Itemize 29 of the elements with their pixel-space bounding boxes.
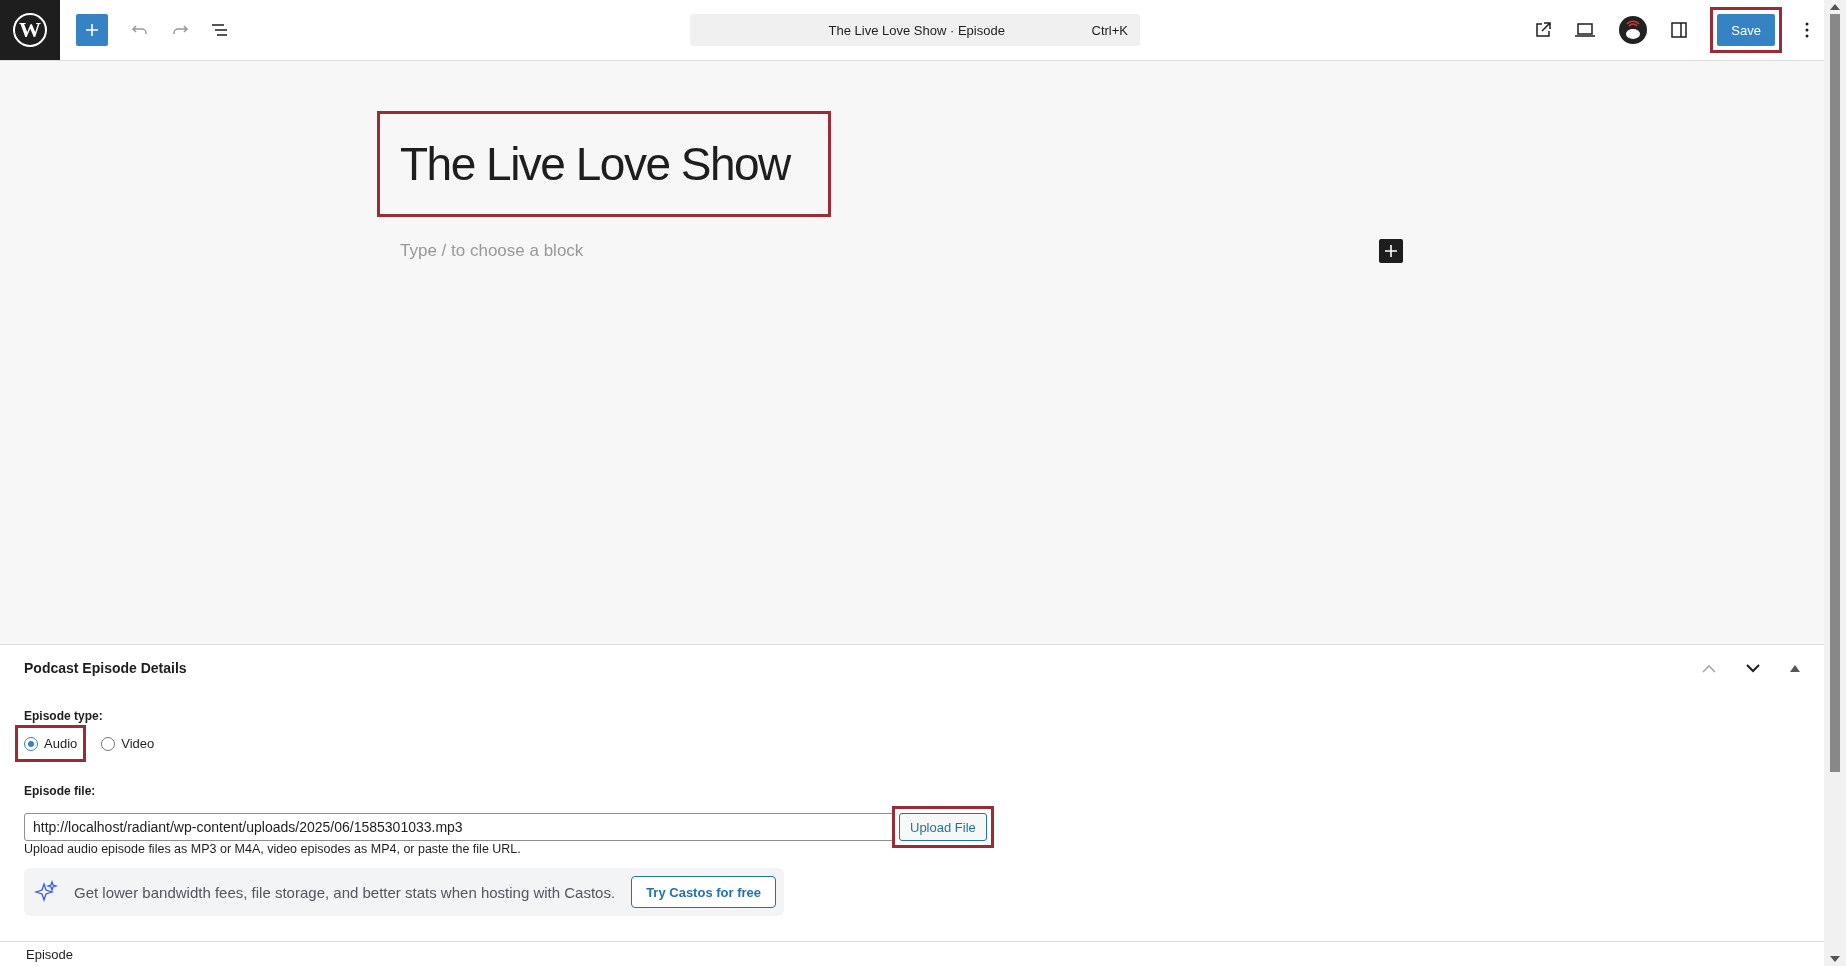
- move-down-icon[interactable]: [1746, 663, 1760, 673]
- radio-label[interactable]: Video: [121, 736, 155, 751]
- command-bar[interactable]: The Live Love Show · Episode Ctrl+K: [690, 14, 1140, 46]
- add-block-button[interactable]: [1379, 239, 1403, 263]
- whale-avatar-icon[interactable]: [1618, 15, 1649, 45]
- try-castos-button[interactable]: Try Castos for free: [631, 876, 776, 908]
- scroll-up-icon[interactable]: [1830, 4, 1840, 10]
- laptop-icon[interactable]: [1574, 22, 1597, 38]
- external-link-icon[interactable]: [1534, 21, 1553, 39]
- more-options-icon[interactable]: [1804, 21, 1810, 39]
- field-label: Episode type:: [24, 709, 104, 723]
- collapse-icon[interactable]: [1790, 664, 1800, 672]
- radio-label[interactable]: Audio: [44, 736, 78, 751]
- field-label: Episode file:: [24, 784, 97, 798]
- help-text: Upload audio episode files as MP3 or M4A, video episodes as MP4, or paste the file URL.: [24, 842, 522, 856]
- scrollbar[interactable]: [1824, 0, 1846, 966]
- promo-text: Get lower bandwidth fees, file storage, and better stats when hosting with Castos.: [74, 883, 616, 901]
- sidebar-toggle-icon[interactable]: [1670, 21, 1689, 39]
- save-button[interactable]: Save: [1717, 14, 1775, 46]
- list-view-icon[interactable]: [210, 21, 230, 39]
- scroll-down-icon[interactable]: [1830, 956, 1840, 962]
- post-title[interactable]: The Live Love Show: [400, 136, 790, 192]
- wordpress-logo[interactable]: W: [0, 0, 60, 60]
- sparkles-icon: [34, 880, 58, 904]
- panel-title: Podcast Episode Details: [24, 660, 187, 676]
- upload-file-button[interactable]: Upload File: [899, 813, 987, 841]
- breadcrumb[interactable]: Episode: [26, 946, 73, 962]
- plus-icon[interactable]: [1384, 244, 1398, 258]
- file-url-field[interactable]: http://localhost/radiant/wp-content/uploads/2025/06/1585301033.mp3: [24, 813, 894, 841]
